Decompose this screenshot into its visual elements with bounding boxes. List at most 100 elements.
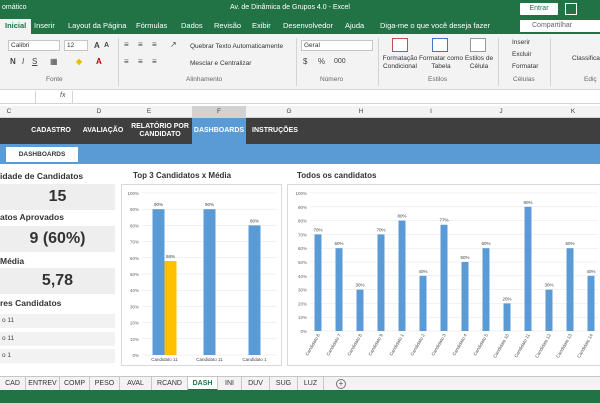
conditional-format-button[interactable]: Formatação Condicional [380, 55, 420, 71]
sheet-tabs: CAD ENTREV COMP PESO AVAL RCAND DASH INI… [0, 376, 600, 391]
separator [550, 38, 551, 86]
fill-color-icon[interactable]: ◆ [76, 57, 82, 66]
top3-chart-panel: 0% 10% 20% 30% 40% 50% 60% 70% 80% 90% 100% 90% 58% C… [121, 184, 282, 366]
sheet-tab-peso[interactable]: PESO [90, 377, 120, 391]
sheet-tab-ini[interactable]: INI [218, 377, 242, 391]
bold-icon[interactable]: N [10, 57, 16, 66]
sheet-tab-duv[interactable]: DUV [242, 377, 270, 391]
nav-cadastro[interactable]: CADASTRO [24, 118, 78, 144]
sheet-tab-rcand[interactable]: RCAND [152, 377, 188, 391]
sheet-tab-dash[interactable]: DASH [188, 377, 218, 391]
separator [118, 38, 119, 86]
nav-avaliacao[interactable]: AVALIAÇÃO [78, 118, 128, 144]
conditional-format-icon[interactable] [392, 38, 408, 52]
format-table-button[interactable]: Formatar como Tabela [418, 55, 464, 71]
format-cells-button[interactable]: Formatar [512, 63, 538, 71]
align-middle-icon[interactable]: ≡ [138, 40, 143, 49]
y-tick-label: 80% [298, 219, 307, 224]
italic-icon[interactable]: I [22, 57, 24, 66]
x-tick-label: Candidato 1 [388, 333, 405, 357]
ribbon-display-icon[interactable] [565, 3, 577, 15]
tab-inserir[interactable]: Inserir [34, 21, 55, 30]
shrink-font-icon[interactable]: A [104, 42, 109, 49]
formula-input[interactable] [72, 91, 600, 103]
column-header[interactable]: G [282, 108, 296, 115]
tab-inicial[interactable]: Inicial [0, 19, 32, 34]
add-sheet-icon[interactable]: + [336, 379, 346, 389]
sort-filter-button[interactable]: Classificar e Filtrar [572, 55, 600, 63]
orientation-icon[interactable]: ↗ [170, 40, 177, 49]
tab-ajuda[interactable]: Ajuda [345, 21, 364, 30]
column-headers: C D E F G H I J K [0, 106, 600, 118]
align-bottom-icon[interactable]: ≡ [152, 40, 157, 49]
data-label: 70% [376, 227, 385, 232]
subtab-dashboards[interactable]: DASHBOARDS [6, 147, 78, 162]
data-label: 90% [523, 200, 532, 205]
format-table-icon[interactable] [432, 38, 448, 52]
align-center-icon[interactable]: ≡ [138, 57, 143, 66]
nav-relatorio[interactable]: RELATÓRIO POR CANDIDATO [128, 118, 192, 144]
wrap-text-button[interactable]: Quebrar Texto Automaticamente [190, 43, 283, 51]
font-color-icon[interactable]: A [96, 57, 102, 66]
column-header[interactable]: E [142, 108, 156, 115]
borders-icon[interactable]: ▦ [50, 57, 58, 66]
column-header[interactable]: C [2, 108, 16, 115]
align-right-icon[interactable]: ≡ [152, 57, 157, 66]
sign-in-button[interactable]: Entrar [520, 3, 558, 15]
sheet-tab-comp[interactable]: COMP [60, 377, 90, 391]
x-tick-label: Candidato 9 [367, 333, 384, 357]
underline-icon[interactable]: S [32, 57, 37, 66]
y-tick-label: 90% [130, 207, 139, 212]
merge-center-button[interactable]: Mesclar e Centralizar [190, 60, 251, 68]
data-label: 80% [397, 214, 406, 219]
tab-layout[interactable]: Layout da Página [68, 21, 126, 30]
sheet-tab-entrev[interactable]: ENTREV [26, 377, 60, 391]
sheet-tab-cad[interactable]: CAD [0, 377, 26, 391]
percent-icon[interactable]: % [318, 57, 325, 66]
column-header[interactable]: D [92, 108, 106, 115]
cell-styles-button[interactable]: Estilos de Célula [462, 55, 496, 71]
currency-icon[interactable]: $ [303, 57, 307, 66]
number-format-select[interactable]: Geral [301, 40, 373, 51]
all-chart-panel: 0% 10% 20% 30% 40% 50% 60% 70% 80% 90% 100% 70% Cand… [287, 184, 600, 366]
align-top-icon[interactable]: ≡ [124, 40, 129, 49]
tab-revisao[interactable]: Revisão [214, 21, 241, 30]
x-tick-label: Candidato 6 [304, 333, 321, 357]
column-header[interactable]: I [424, 108, 438, 115]
tab-dados[interactable]: Dados [181, 21, 203, 30]
insert-cells-button[interactable]: Inserir [512, 39, 530, 47]
align-left-icon[interactable]: ≡ [124, 57, 129, 66]
sheet-tab-luz[interactable]: LUZ [298, 377, 324, 391]
sheet-tab-sug[interactable]: SUG [270, 377, 298, 391]
column-header[interactable]: K [566, 108, 580, 115]
data-label: 80% [250, 218, 259, 223]
x-tick-label: Candidato 8 [346, 333, 363, 357]
column-header[interactable]: J [494, 108, 508, 115]
data-label: 50% [460, 255, 469, 260]
bar [398, 220, 406, 331]
cell-styles-icon[interactable] [470, 38, 486, 52]
nav-dashboards[interactable]: DASHBOARDS [192, 118, 246, 144]
group-label-alignment: Alinhamento [186, 76, 223, 83]
grow-font-icon[interactable]: A [94, 41, 100, 50]
name-box[interactable] [0, 91, 36, 103]
insert-function-icon[interactable]: fx [60, 92, 65, 99]
kpi-approved-title: atos Aprovados [0, 212, 64, 222]
nav-instrucoes[interactable]: INSTRUÇÕES [246, 118, 304, 144]
tab-desenvolvedor[interactable]: Desenvolvedor [283, 21, 333, 30]
font-size-select[interactable]: 12 [64, 40, 88, 51]
share-button[interactable]: Compartilhar [520, 20, 600, 32]
comma-style-icon[interactable]: 000 [334, 58, 346, 65]
tab-formulas[interactable]: Fórmulas [136, 21, 167, 30]
x-tick-label: Candidato 11 [151, 357, 178, 362]
group-label-styles: Estilos [428, 76, 448, 83]
tab-exibir[interactable]: Exibir [252, 21, 271, 30]
tell-me-search[interactable]: Diga-me o que você deseja fazer [380, 21, 490, 30]
font-name-select[interactable]: Calibri [8, 40, 60, 51]
bar [503, 303, 511, 331]
data-label: 90% [205, 202, 214, 207]
delete-cells-button[interactable]: Excluir [512, 51, 532, 59]
column-header[interactable]: F [192, 106, 246, 118]
sheet-tab-aval[interactable]: AVAL [120, 377, 152, 391]
column-header[interactable]: H [354, 108, 368, 115]
